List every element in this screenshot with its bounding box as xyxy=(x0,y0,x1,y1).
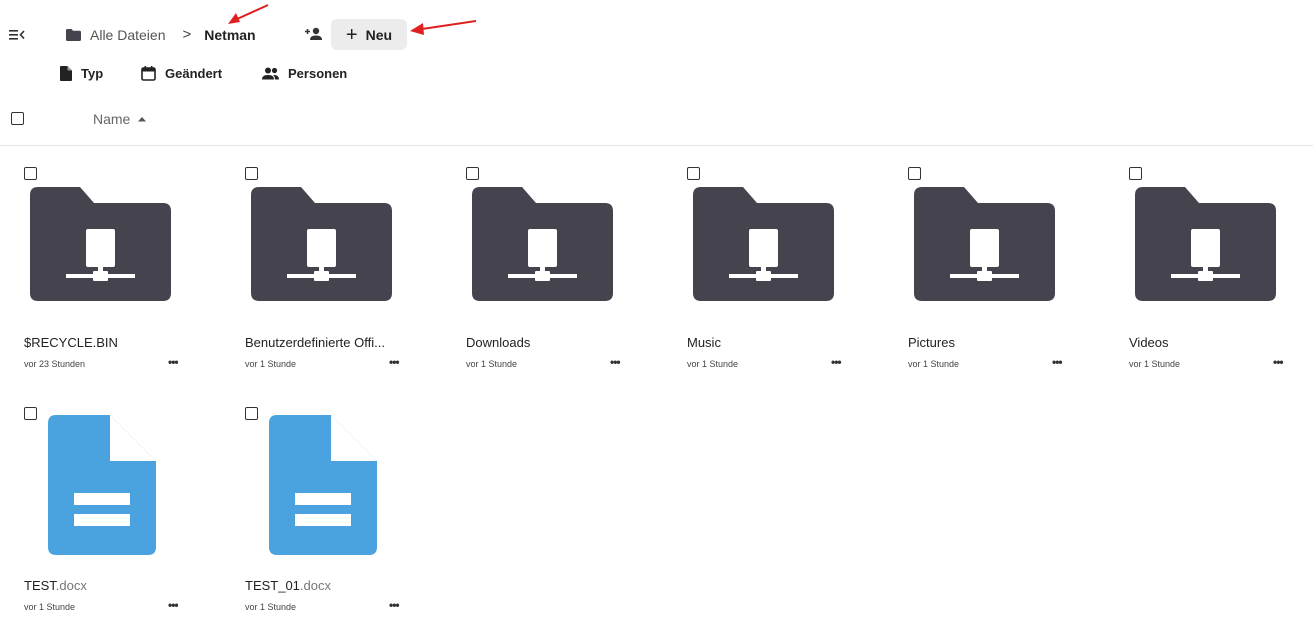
more-actions-button[interactable]: ••• xyxy=(168,598,179,612)
select-checkbox[interactable] xyxy=(24,167,37,180)
file-name[interactable]: Downloads xyxy=(466,335,530,350)
select-checkbox[interactable] xyxy=(466,167,479,180)
folder-tile[interactable]: Benutzerdefinierte Offi... vor 1 Stunde ••… xyxy=(245,167,430,377)
file-name-base: Pictures xyxy=(908,335,955,350)
sort-label: Name xyxy=(93,111,131,127)
network-folder-icon[interactable] xyxy=(251,187,392,301)
modified-time: vor 1 Stunde xyxy=(24,602,76,612)
folder-tile[interactable]: Pictures vor 1 Stunde ••• xyxy=(908,167,1093,377)
file-tile[interactable]: TEST.docx vor 1 Stunde ••• xyxy=(24,407,209,617)
annotation-arrow-icon xyxy=(408,18,478,38)
folder-tile[interactable]: Videos vor 1 Stunde ••• xyxy=(1129,167,1313,377)
folder-tile[interactable]: Downloads vor 1 Stunde ••• xyxy=(466,167,651,377)
file-name[interactable]: TEST.docx xyxy=(24,578,87,593)
file-tile[interactable]: TEST_01.docx vor 1 Stunde ••• xyxy=(245,407,430,617)
file-name[interactable]: TEST_01.docx xyxy=(245,578,331,593)
breadcrumb-current[interactable]: Netman xyxy=(204,27,255,43)
file-name[interactable]: Pictures xyxy=(908,335,955,350)
filter-modified-label: Geändert xyxy=(165,66,223,81)
more-actions-button[interactable]: ••• xyxy=(389,598,400,612)
folder-tile[interactable]: Music vor 1 Stunde ••• xyxy=(687,167,872,377)
modified-time: vor 1 Stunde xyxy=(1129,359,1181,369)
more-actions-button[interactable]: ••• xyxy=(1052,355,1063,369)
modified-time: vor 1 Stunde xyxy=(687,359,739,369)
breadcrumb-root[interactable]: Alle Dateien xyxy=(90,27,166,43)
new-button-label: Neu xyxy=(365,26,393,43)
filter-people-label: Personen xyxy=(288,66,348,81)
file-name-base: Downloads xyxy=(466,335,531,350)
file-name-base: TEST xyxy=(24,578,56,593)
select-all-checkbox[interactable] xyxy=(11,112,24,125)
modified-time: vor 1 Stunde xyxy=(245,602,297,612)
add-person-icon[interactable] xyxy=(303,27,323,41)
network-folder-icon[interactable] xyxy=(1135,187,1276,301)
modified-time: vor 1 Stunde xyxy=(466,359,518,369)
network-folder-icon[interactable] xyxy=(472,187,613,301)
modified-time: vor 23 Stunden xyxy=(24,359,86,369)
calendar-icon xyxy=(141,66,156,81)
file-name[interactable]: Videos xyxy=(1129,335,1169,350)
menu-collapse-icon[interactable] xyxy=(9,28,25,42)
people-icon xyxy=(262,67,279,80)
network-folder-icon[interactable] xyxy=(914,187,1055,301)
file-name-base: $RECYCLE.BIN xyxy=(24,335,118,350)
filter-people[interactable]: Personen xyxy=(262,66,347,81)
file-name-base: TEST_01 xyxy=(245,578,300,593)
filter-type[interactable]: Typ xyxy=(60,66,103,81)
more-actions-button[interactable]: ••• xyxy=(1273,355,1284,369)
header-divider xyxy=(0,145,1313,146)
file-name-base: Videos xyxy=(1129,335,1169,350)
file-name[interactable]: Music xyxy=(687,335,721,350)
plus-icon: + xyxy=(345,23,358,46)
filter-type-label: Typ xyxy=(81,66,104,81)
annotation-arrow-icon xyxy=(226,2,272,28)
document-icon[interactable] xyxy=(48,415,156,555)
more-actions-button[interactable]: ••• xyxy=(831,355,842,369)
file-name-base: Music xyxy=(687,335,721,350)
new-button[interactable]: + Neu xyxy=(331,19,407,50)
file-name-extension: .docx xyxy=(299,578,331,593)
select-checkbox[interactable] xyxy=(908,167,921,180)
more-actions-button[interactable]: ••• xyxy=(610,355,621,369)
more-actions-button[interactable]: ••• xyxy=(389,355,400,369)
file-name[interactable]: $RECYCLE.BIN xyxy=(24,335,118,350)
breadcrumb-separator: > xyxy=(182,26,192,43)
document-icon[interactable] xyxy=(269,415,377,555)
select-checkbox[interactable] xyxy=(245,167,258,180)
folder-icon xyxy=(66,28,81,41)
sort-by-name[interactable]: Name xyxy=(93,111,147,127)
file-icon xyxy=(60,66,72,81)
select-checkbox[interactable] xyxy=(687,167,700,180)
file-name[interactable]: Benutzerdefinierte Offi... xyxy=(245,335,385,350)
filter-modified[interactable]: Geändert xyxy=(141,66,222,81)
file-name-base: Benutzerdefinierte Offi... xyxy=(245,335,385,350)
more-actions-button[interactable]: ••• xyxy=(168,355,179,369)
select-checkbox[interactable] xyxy=(245,407,258,420)
modified-time: vor 1 Stunde xyxy=(245,359,297,369)
network-folder-icon[interactable] xyxy=(30,187,171,301)
modified-time: vor 1 Stunde xyxy=(908,359,960,369)
folder-tile[interactable]: $RECYCLE.BIN vor 23 Stunden ••• xyxy=(24,167,209,377)
sort-ascending-icon xyxy=(138,116,147,122)
breadcrumb: Alle Dateien > Netman xyxy=(66,26,256,43)
network-folder-icon[interactable] xyxy=(693,187,834,301)
select-checkbox[interactable] xyxy=(24,407,37,420)
file-name-extension: .docx xyxy=(55,578,87,593)
select-checkbox[interactable] xyxy=(1129,167,1142,180)
